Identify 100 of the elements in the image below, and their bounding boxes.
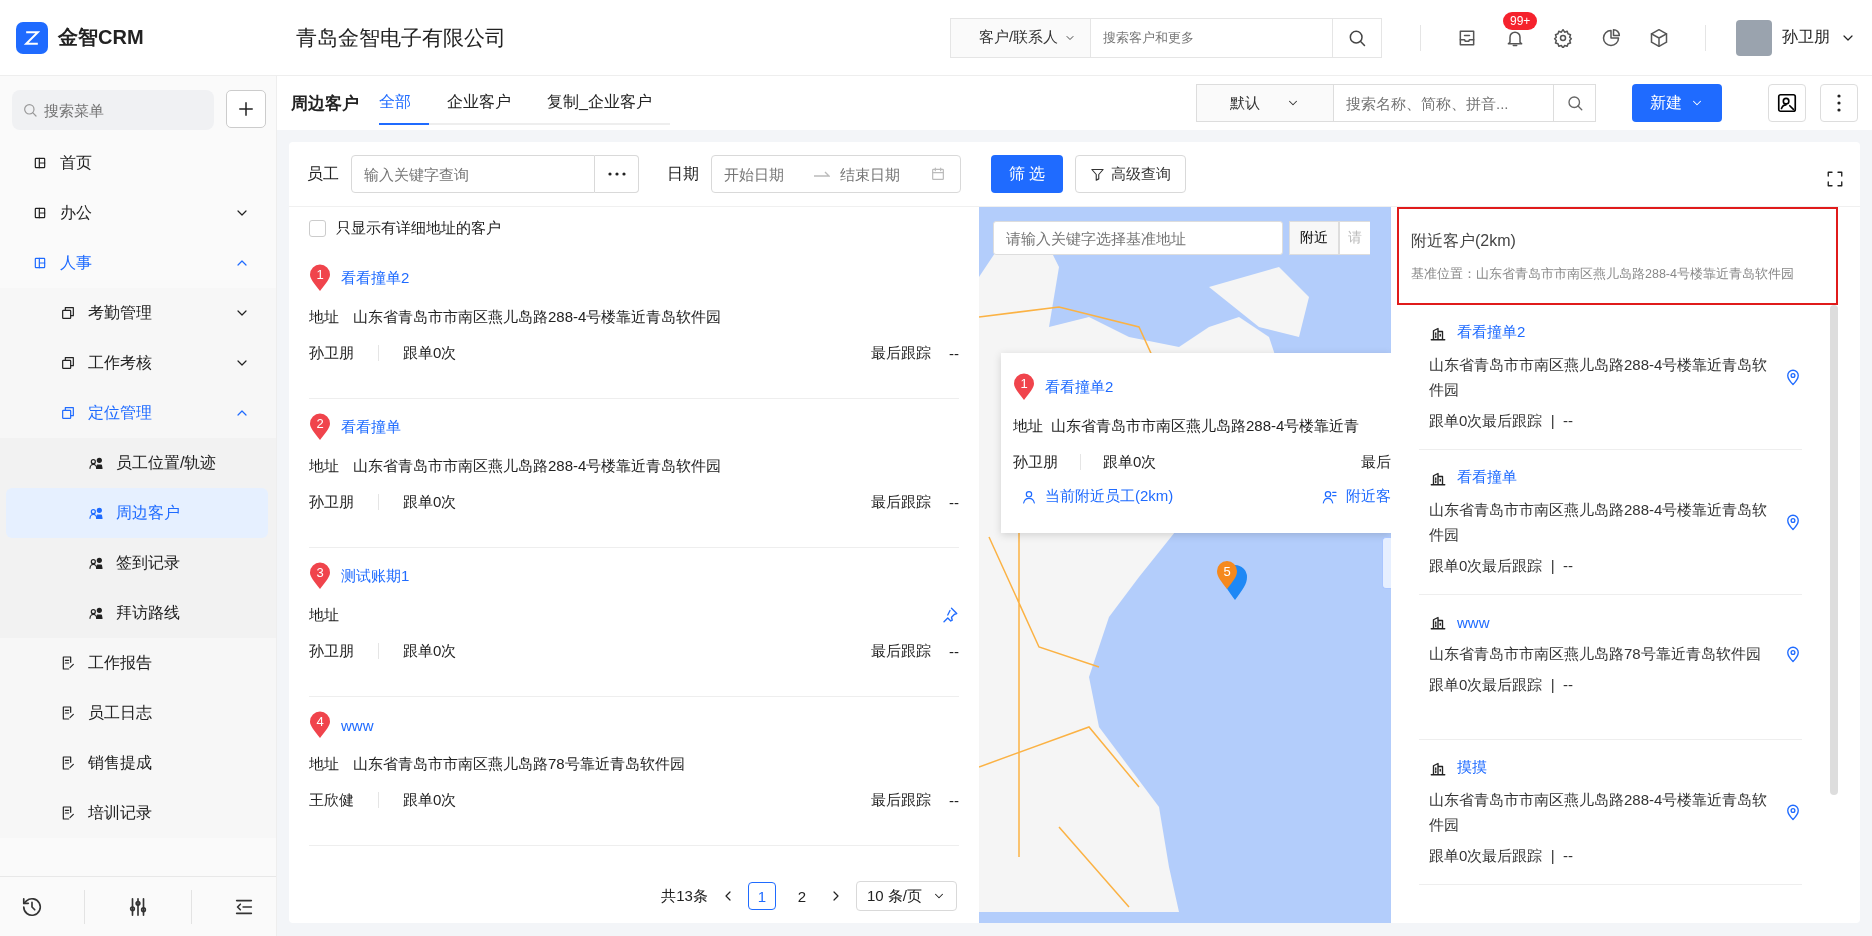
page-size-select[interactable]: 10 条/页 [855,881,957,911]
advanced-search-button[interactable]: 高级查询 [1075,155,1187,193]
tab[interactable]: 全部 [379,81,429,125]
address-label: 地址 [309,754,339,774]
user-name[interactable]: 孙卫朋 [1782,27,1830,48]
search-button[interactable] [1554,84,1596,122]
follow-summary: 跟单0次最后跟踪 | -- [1429,557,1574,576]
follow-summary: 跟单0次最后跟踪 | -- [1429,847,1574,866]
global-search-field[interactable]: 搜索客户和更多 [1091,17,1332,58]
address-text: 山东省青岛市市南区燕儿岛路288-4号楼靠近青 [1051,416,1360,436]
owner-name: 孙卫朋 [309,492,354,512]
person-search-icon [1776,92,1798,114]
last-follow-value: -- [949,344,959,362]
customer-name-link[interactable]: 看看撞单2 [341,268,410,288]
sliders-icon[interactable] [127,896,149,918]
menu-item[interactable]: 拜访路线 [0,588,276,638]
history-icon[interactable] [20,896,43,918]
follow-count: 跟单0次 [1103,452,1157,472]
owner-name: 孙卫朋 [309,343,354,363]
pie-chart-icon[interactable] [1601,27,1621,48]
document-icon [60,805,76,821]
menu-item[interactable]: 签到记录 [0,538,276,588]
more-icon [1837,94,1841,112]
search-scope-dropdown[interactable]: 客户/联系人 [950,17,1092,58]
base-location: 基准位置：山东省青岛市市南区燕儿岛路288-4号楼靠近青岛软件园 [1411,266,1795,283]
customer-name-link[interactable]: 看看撞单2 [1457,323,1526,342]
follow-count: 跟单0次 [403,343,457,363]
menu-item[interactable]: 工作考核 [0,338,276,388]
customer-name-link[interactable]: 测试账期1 [341,566,410,586]
address-label: 地址 [309,605,339,625]
notification-badge: 99+ [1503,11,1538,30]
add-button[interactable] [226,90,266,128]
customer-search-field[interactable]: 搜索名称、简称、拼音... [1334,84,1554,122]
location-icon[interactable] [1784,513,1802,531]
menu-item[interactable]: 首页 [0,138,276,188]
employee-field[interactable]: 输入关键字查询 [351,155,595,193]
follow-count: 跟单0次 [403,641,457,661]
app-name: 金智CRM [58,25,144,50]
pin-icon[interactable] [941,606,959,624]
number-marker: 3 [309,562,331,590]
menu-search-field[interactable]: 搜索菜单 [12,90,214,130]
page-button[interactable]: 2 [787,882,816,910]
address-text: 山东省青岛市市南区燕儿岛路78号靠近青岛软件园 [1429,644,1762,664]
search-icon [1565,94,1584,112]
customer-name-link[interactable]: 看看撞单2 [1045,377,1114,397]
menu-item[interactable]: 办公 [0,188,276,238]
address-text: 山东省青岛市市南区燕儿岛路288-4号楼靠近青岛软件园 [1429,790,1769,835]
search-button[interactable] [1332,17,1382,58]
number-marker: 4 [309,711,331,739]
follow-count: 跟单0次 [403,790,457,810]
menu-item[interactable]: 培训记录 [0,788,276,838]
address-filter-checkbox[interactable]: 只显示有详细地址的客户 [289,207,979,250]
last-follow-label: 最后跟踪 [871,790,931,810]
menu-item[interactable]: 员工日志 [0,688,276,738]
page-button[interactable]: 1 [747,882,776,910]
plus-icon [237,100,255,118]
contact-search-button[interactable] [1768,84,1806,122]
menu-item[interactable]: 人事 [0,238,276,288]
company-name: 青岛金智电子有限公司 [296,24,507,51]
address-text: 山东省青岛市市南区燕儿岛路288-4号楼靠近青岛软件园 [353,456,722,476]
cube-icon[interactable] [1649,27,1669,48]
total-count: 共13条 [661,886,708,906]
location-icon[interactable] [1784,368,1802,386]
base-address-field[interactable]: 请输入关键字选择基准地址 [993,221,1283,255]
panel-toggle-handle[interactable] [1382,537,1391,589]
nearby-button[interactable]: 附近 [1289,221,1339,255]
employee-label: 员工 [307,163,339,184]
customer-name-link[interactable]: 看看撞单 [1457,468,1517,487]
customer-name-link[interactable]: 摸摸 [1457,758,1487,777]
menu-item[interactable]: 周边客户 [6,488,268,538]
date-range-picker[interactable]: 开始日期 结束日期 [711,155,961,193]
view-select[interactable]: 默认 [1196,84,1334,122]
document-icon [60,705,76,721]
people-pin-icon [88,555,104,571]
location-icon[interactable] [1784,803,1802,821]
fullscreen-icon[interactable] [1826,170,1844,188]
people-icon [1322,488,1338,505]
menu-item[interactable]: 工作报告 [0,638,276,688]
tab[interactable]: 企业客户 [429,81,529,125]
menu-item[interactable]: 销售提成 [0,738,276,788]
tab[interactable]: 复制_企业客户 [529,81,670,125]
address-label: 地址 [1013,416,1043,436]
menu-item[interactable]: 定位管理 [0,388,276,438]
copy-icon [60,405,76,421]
date-label: 日期 [667,163,699,184]
filter-button[interactable]: 筛 选 [991,155,1064,193]
address-text: 山东省青岛市市南区燕儿岛路288-4号楼靠近青岛软件园 [353,307,722,327]
customer-name-link[interactable]: www [341,716,374,734]
menu-item-icon [32,155,48,171]
nearby-employees-link[interactable]: 当前附近员工(2km) [1045,487,1174,506]
menu-item[interactable]: 员工位置/轨迹 [0,438,276,488]
scrollbar[interactable] [1830,305,1838,795]
new-button[interactable]: 新建 [1632,84,1722,122]
settings-icon[interactable] [1553,27,1573,48]
nearby-customers-link[interactable]: 附近客 [1346,487,1391,506]
avatar[interactable] [1736,19,1772,56]
customer-name-link[interactable]: www [1457,613,1490,631]
menu-item[interactable]: 考勤管理 [0,288,276,338]
customer-name-link[interactable]: 看看撞单 [341,417,401,437]
location-icon[interactable] [1784,644,1802,663]
